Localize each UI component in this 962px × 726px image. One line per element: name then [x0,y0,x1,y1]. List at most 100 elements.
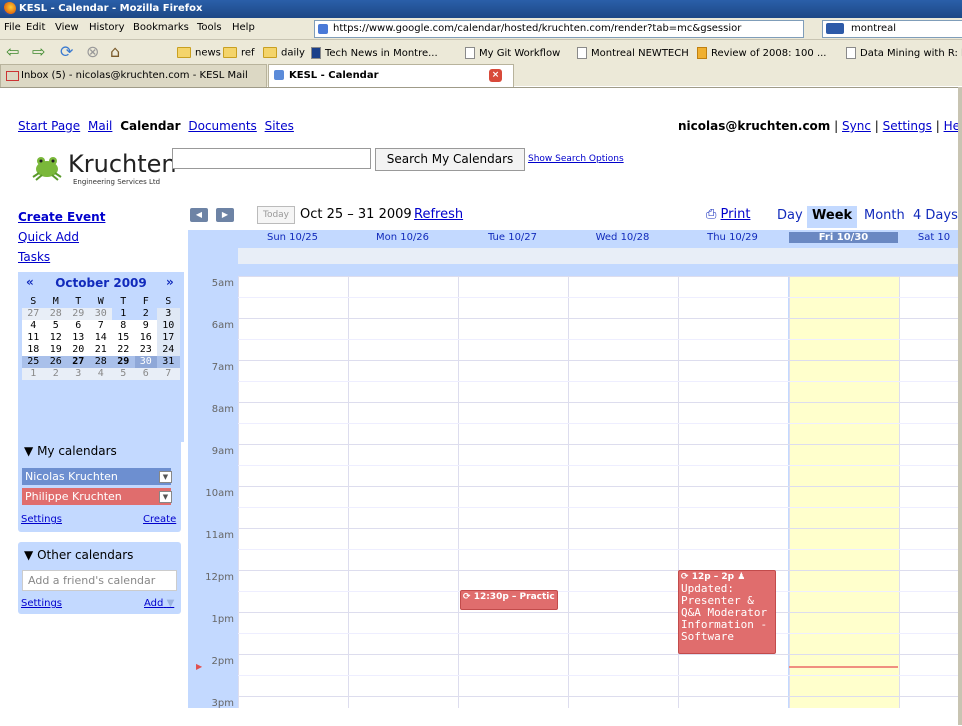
day-cell[interactable]: 26 [45,356,68,368]
day-column[interactable] [899,276,962,708]
my-calendars-settings-link[interactable]: Settings [21,514,62,525]
day-cell[interactable]: 3 [67,368,90,380]
day-cell[interactable]: 20 [67,344,90,356]
day-cell[interactable]: 11 [22,332,45,344]
other-calendars-header[interactable]: ▼ Other calendars [24,548,133,562]
nav-start-page[interactable]: Start Page [18,119,80,133]
url-bar[interactable]: https://www.google.com/calendar/hosted/k… [314,20,804,38]
stop-icon[interactable]: ⊗ [86,42,99,61]
day-header-thu[interactable]: Thu 10/29 [678,232,787,243]
tasks-link[interactable]: Tasks [18,250,50,264]
bookmark-daily[interactable]: daily [263,47,305,59]
event-presenter-info[interactable]: ⟳ 12p – 2p ♟ Updated: Presenter & Q&A Mo… [678,570,776,654]
settings-link[interactable]: Settings [883,119,932,133]
nav-mail[interactable]: Mail [88,119,112,133]
print-link[interactable]: ⎙ Print [706,207,750,222]
menu-file[interactable]: File [4,22,21,33]
quick-add-link[interactable]: Quick Add [18,230,79,244]
add-friend-calendar-input[interactable]: Add a friend's calendar [22,570,177,591]
day-cell[interactable]: 1 [22,368,45,380]
view-month-tab[interactable]: Month [859,206,910,228]
day-cell[interactable]: 31 [157,356,180,368]
day-cell[interactable]: 7 [157,368,180,380]
event-practice[interactable]: ⟳ 12:30p – Practic [460,590,558,610]
prev-week-button[interactable]: ◀ [190,208,208,222]
my-calendars-header[interactable]: ▼ My calendars [24,444,117,458]
day-cell[interactable]: 19 [45,344,68,356]
day-column[interactable] [458,276,568,708]
reload-icon[interactable]: ⟳ [60,42,73,61]
dropdown-arrow-icon[interactable]: ▼ [159,471,172,483]
day-cell[interactable]: 29 [67,308,90,320]
day-cell[interactable]: 25 [22,356,45,368]
create-calendar-link[interactable]: Create [143,514,176,525]
day-cell[interactable]: 18 [22,344,45,356]
close-tab-icon[interactable]: × [489,69,502,82]
menu-bookmarks[interactable]: Bookmarks [133,22,189,33]
day-column[interactable] [238,276,348,708]
mini-cal-next-button[interactable]: » [166,275,174,289]
menu-edit[interactable]: Edit [26,22,45,33]
menu-history[interactable]: History [89,22,125,33]
view-week-tab[interactable]: Week [807,206,858,228]
day-cell[interactable]: 28 [90,356,113,368]
search-calendars-button[interactable]: Search My Calendars [375,148,525,171]
day-cell-today[interactable]: 30 [134,356,157,368]
day-column-today[interactable] [789,276,899,708]
day-cell[interactable]: 22 [112,344,135,356]
day-cell[interactable]: 4 [22,320,45,332]
bookmark-ref[interactable]: ref [223,47,255,59]
nav-documents[interactable]: Documents [188,119,256,133]
other-calendars-settings-link[interactable]: Settings [21,598,62,609]
day-cell[interactable]: 1 [112,308,135,320]
day-cell[interactable]: 21 [90,344,113,356]
calendar-search-input[interactable] [172,148,371,169]
day-cell[interactable]: 5 [45,320,68,332]
forward-arrow-icon[interactable]: ⇨ [32,42,45,61]
day-cell[interactable]: 24 [157,344,180,356]
day-cell[interactable]: 16 [135,332,158,344]
day-cell[interactable]: 7 [90,320,113,332]
sync-link[interactable]: Sync [842,119,871,133]
day-header-fri[interactable]: Fri 10/30 [789,232,898,243]
calendar-item-philippe[interactable]: Philippe Kruchten ▼ [22,488,172,505]
day-cell[interactable]: 6 [134,368,157,380]
nav-sites[interactable]: Sites [265,119,294,133]
day-cell[interactable]: 29 [112,356,135,368]
day-cell[interactable]: 10 [157,320,180,332]
day-cell[interactable]: 2 [44,368,67,380]
day-cell[interactable]: 5 [112,368,135,380]
day-cell[interactable]: 4 [89,368,112,380]
day-header-wed[interactable]: Wed 10/28 [568,232,677,243]
back-arrow-icon[interactable]: ⇦ [6,42,19,61]
view-4days-tab[interactable]: 4 Days [908,206,962,228]
bookmark-review-2008[interactable]: Review of 2008: 100 ... [697,47,826,59]
day-header-sun[interactable]: Sun 10/25 [238,232,347,243]
refresh-link[interactable]: Refresh [414,207,463,222]
day-cell[interactable]: 14 [90,332,113,344]
tab-calendar[interactable]: KESL - Calendar × [268,64,514,87]
day-cell[interactable]: 6 [67,320,90,332]
menu-tools[interactable]: Tools [197,22,222,33]
day-cell[interactable]: 15 [112,332,135,344]
day-cell[interactable]: 30 [89,308,112,320]
bookmark-tech-news[interactable]: Tech News in Montre... [311,47,438,59]
menu-view[interactable]: View [55,22,79,33]
day-cell[interactable]: 13 [67,332,90,344]
day-cell[interactable]: 28 [44,308,67,320]
day-cell[interactable]: 3 [157,308,180,320]
all-day-row[interactable] [238,248,962,264]
calendar-item-nicolas[interactable]: Nicolas Kruchten ▼ [22,468,172,485]
day-cell[interactable]: 27 [67,356,90,368]
day-header-tue[interactable]: Tue 10/27 [458,232,567,243]
day-column[interactable] [568,276,678,708]
next-week-button[interactable]: ▶ [216,208,234,222]
search-engine-icon[interactable] [826,23,844,34]
day-cell[interactable]: 8 [112,320,135,332]
view-day-tab[interactable]: Day [772,206,808,228]
home-icon[interactable]: ⌂ [110,42,120,61]
browser-search-box[interactable]: montreal [822,20,962,38]
bookmark-data-mining[interactable]: Data Mining with R: l [846,47,962,59]
show-search-options-link[interactable]: Show Search Options [528,154,624,164]
create-event-link[interactable]: Create Event [18,210,105,224]
